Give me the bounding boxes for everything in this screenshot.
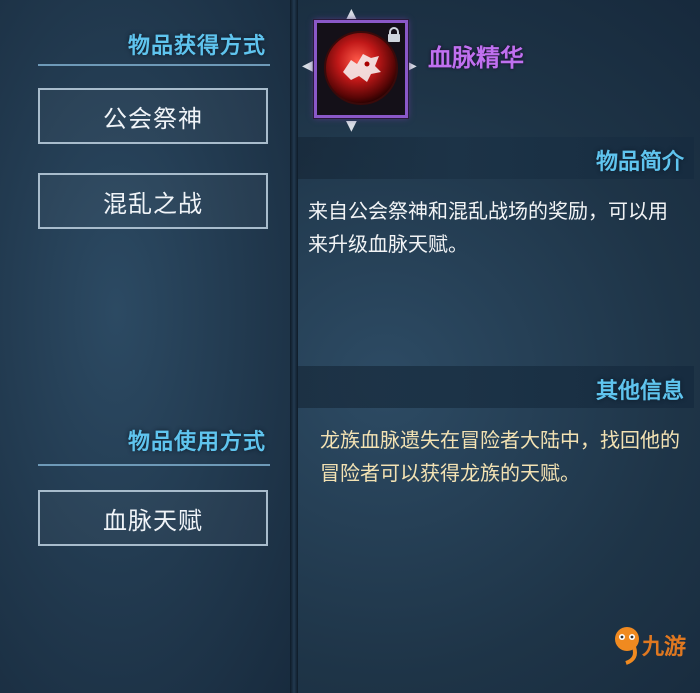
other-info-header: 其他信息 <box>298 366 694 408</box>
intro-header: 物品简介 <box>298 137 694 179</box>
use-title-underline <box>38 464 270 466</box>
ornament-bottom-icon: ▼ <box>346 118 357 134</box>
use-method-title: 物品使用方式 <box>127 430 266 455</box>
right-panel: ▲ ▼ ◀ ▶ 血脉精华 物品简介 来自公会祭神和混乱战场的奖励，可以用来升级血 <box>298 0 700 693</box>
mascot-logo-icon <box>614 627 639 665</box>
obtain-button-guild-worship[interactable]: 公会祭神 <box>38 88 268 144</box>
item-name: 血脉精华 <box>428 44 524 72</box>
ornament-left-icon: ◀ <box>302 58 313 74</box>
use-button-bloodline-talent[interactable]: 血脉天赋 <box>38 490 268 546</box>
left-panel: 物品获得方式 公会祭神 混乱之战 物品使用方式 血脉天赋 <box>0 0 290 693</box>
intro-title: 物品简介 <box>595 150 684 175</box>
watermark-text: 九游 <box>641 635 686 660</box>
other-info-title: 其他信息 <box>595 379 684 404</box>
watermark: 九游 <box>612 625 686 665</box>
intro-text: 来自公会祭神和混乱战场的奖励，可以用来升级血脉天赋。 <box>308 199 668 256</box>
lock-icon <box>388 27 400 42</box>
obtain-title-underline <box>38 64 270 66</box>
item-icon-slot[interactable] <box>314 20 408 118</box>
other-info-text: 龙族血脉遗失在冒险者大陆中，找回他的冒险者可以获得龙族的天赋。 <box>320 428 680 485</box>
obtain-button-chaos-battle[interactable]: 混乱之战 <box>38 173 268 229</box>
panel-divider <box>290 0 298 693</box>
obtain-method-title: 物品获得方式 <box>127 34 266 59</box>
